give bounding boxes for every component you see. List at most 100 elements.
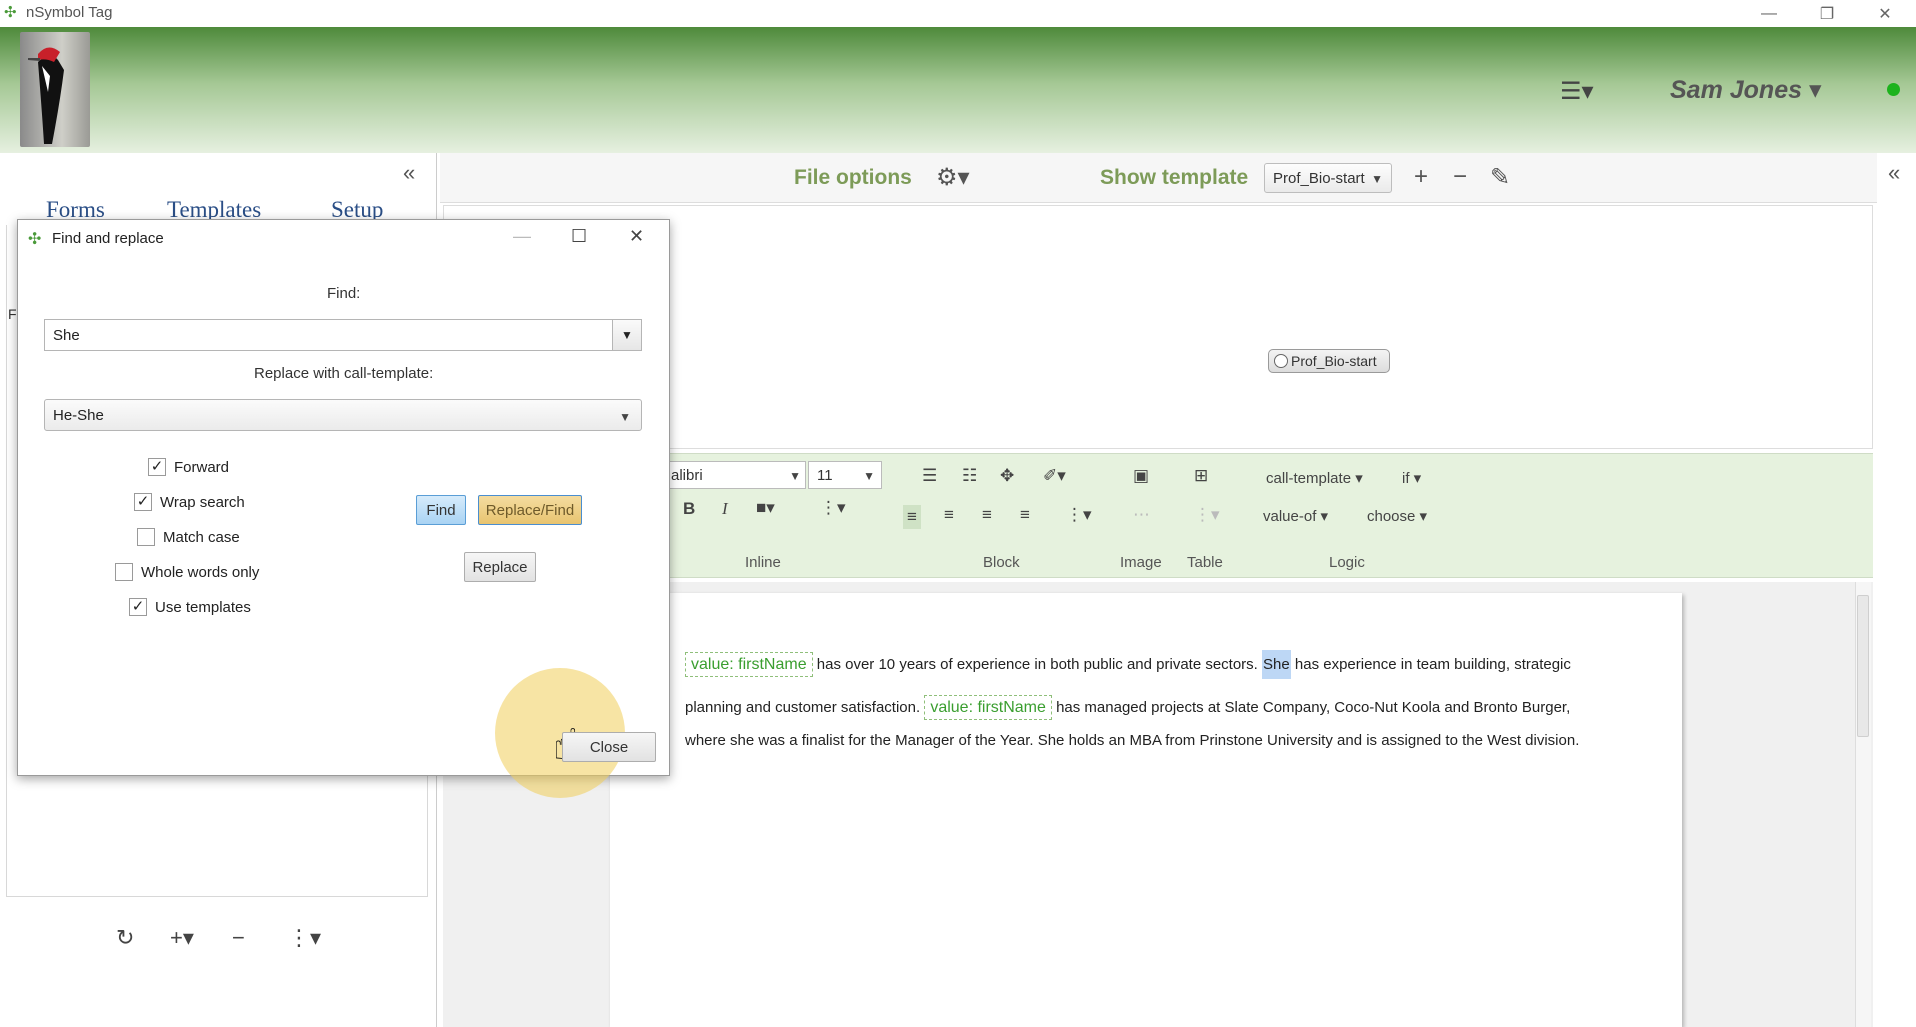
chevron-down-icon[interactable]: ▼ — [612, 320, 641, 350]
bullet-list-icon[interactable]: ☰ — [922, 466, 937, 486]
call-template-label: call-template — [1266, 470, 1352, 487]
window-titlebar: ✣ nSymbol Tag — ❐ ✕ — [0, 0, 1916, 27]
wrap-search-checkbox[interactable]: ✓ — [134, 493, 152, 511]
app-header: ☰▾ Sam Jones ▾ — [0, 27, 1916, 153]
move-icon[interactable]: ✥ — [1000, 466, 1014, 486]
whole-words-label: Whole words only — [141, 564, 260, 581]
font-family-field[interactable]: alibri ▼ — [666, 461, 806, 489]
inline-more-icon[interactable]: ⋮▾ — [820, 498, 846, 518]
app-logo-icon: ✣ — [28, 231, 42, 248]
numbered-list-icon[interactable]: ☷ — [962, 466, 977, 486]
chevron-down-icon: ▼ — [619, 410, 631, 424]
value-tag[interactable]: value: firstName — [685, 652, 813, 677]
section-label-block: Block — [983, 554, 1020, 571]
template-node-label: Prof_Bio-start — [1291, 353, 1377, 369]
table-icon[interactable]: ⊞ — [1194, 466, 1208, 486]
block-more-icon[interactable]: ⋮▾ — [1066, 505, 1092, 525]
dialog-close-icon[interactable]: ✕ — [629, 226, 644, 247]
table-more-icon: ⋮▾ — [1194, 505, 1220, 524]
refresh-icon[interactable]: ↻ — [116, 925, 134, 951]
replace-label: Replace with call-template: — [254, 365, 434, 382]
align-right-icon[interactable]: ≡ — [982, 505, 992, 525]
template-select[interactable]: Prof_Bio-start ▼ — [1264, 163, 1392, 193]
find-replace-dialog: ✣ Find and replace — ☐ ✕ Find: She ▼ Rep… — [17, 219, 670, 798]
woodpecker-logo — [20, 32, 90, 147]
dialog-titlebar: ✣ Find and replace — ☐ ✕ — [18, 220, 669, 258]
collapse-right-icon[interactable]: « — [1888, 160, 1900, 186]
add-dropdown-icon[interactable]: +▾ — [170, 925, 194, 951]
whole-words-checkbox[interactable] — [115, 563, 133, 581]
chevron-down-icon: ▼ — [789, 469, 801, 483]
forward-label: Forward — [174, 459, 230, 476]
section-label-inline: Inline — [745, 554, 781, 571]
font-size-value: 11 — [817, 467, 833, 484]
forward-checkbox[interactable]: ✓ — [148, 458, 166, 476]
image-icon[interactable]: ▣ — [1133, 466, 1149, 486]
user-menu[interactable]: Sam Jones ▾ — [1670, 75, 1822, 105]
editor-line-1[interactable]: value: firstName has over 10 years of ex… — [685, 650, 1571, 679]
value-of-label: value-of — [1263, 508, 1317, 525]
match-case-checkbox[interactable] — [137, 528, 155, 546]
italic-button[interactable]: I — [722, 499, 728, 519]
wrap-search-label: Wrap search — [160, 494, 245, 511]
choose-dropdown[interactable]: choose ▾ — [1367, 507, 1427, 525]
add-template-icon[interactable]: + — [1414, 163, 1428, 191]
chevron-down-icon: ▼ — [1371, 172, 1383, 186]
section-label-image: Image — [1120, 554, 1162, 571]
text-run: planning and customer satisfaction. — [685, 699, 925, 716]
hamburger-menu-icon[interactable]: ☰▾ — [1560, 77, 1594, 106]
search-highlight: She — [1262, 650, 1291, 679]
font-size-field[interactable]: 11 ▼ — [808, 461, 882, 489]
find-label: Find: — [327, 285, 361, 302]
call-template-dropdown[interactable]: call-template ▾ — [1266, 469, 1363, 487]
text-color-button[interactable]: ■▾ — [756, 498, 775, 518]
match-case-label: Match case — [163, 529, 240, 546]
close-window-icon[interactable]: ✕ — [1856, 0, 1914, 27]
find-input[interactable]: She ▼ — [44, 319, 642, 351]
fragment-label: F — [8, 306, 17, 322]
value-tag[interactable]: value: firstName — [924, 695, 1052, 720]
collapse-left-icon[interactable]: « — [403, 160, 415, 186]
if-dropdown[interactable]: if ▾ — [1402, 469, 1421, 487]
align-left-icon[interactable]: ≡ — [903, 505, 921, 529]
justify-icon[interactable]: ≡ — [1020, 505, 1030, 525]
highlighter-icon[interactable]: ✐▾ — [1043, 466, 1066, 486]
choose-label: choose — [1367, 508, 1416, 525]
minimize-icon[interactable]: — — [1740, 0, 1798, 27]
bold-button[interactable]: B — [683, 499, 695, 519]
section-label-table: Table — [1187, 554, 1223, 571]
replace-button[interactable]: Replace — [464, 552, 536, 582]
edit-pencil-icon[interactable]: ✎ — [1490, 163, 1510, 192]
close-button[interactable]: Close — [562, 732, 656, 762]
text-run: has experience in team building, strateg… — [1290, 656, 1571, 673]
radio-icon — [1274, 354, 1288, 368]
replace-find-button[interactable]: Replace/Find — [478, 495, 582, 525]
template-select-value: Prof_Bio-start — [1273, 170, 1365, 187]
dialog-minimize-icon[interactable]: — — [513, 226, 531, 247]
remove-icon[interactable]: − — [232, 925, 245, 951]
file-options-button[interactable]: File options — [794, 166, 912, 190]
editor-line-3[interactable]: where she was a finalist for the Manager… — [685, 732, 1579, 749]
restore-icon[interactable]: ❐ — [1798, 0, 1856, 27]
connection-status-indicator — [1887, 83, 1900, 96]
find-button[interactable]: Find — [416, 495, 466, 525]
more-options-icon[interactable]: ⋮▾ — [288, 925, 321, 951]
remove-template-icon[interactable]: − — [1453, 163, 1467, 191]
use-templates-label: Use templates — [155, 599, 251, 616]
align-center-icon[interactable]: ≡ — [944, 505, 954, 525]
image-more-icon: ⋯ — [1133, 505, 1150, 524]
find-input-value: She — [53, 327, 80, 344]
editor-line-2[interactable]: planning and customer satisfaction. valu… — [685, 695, 1570, 720]
use-templates-checkbox[interactable]: ✓ — [129, 598, 147, 616]
replace-template-select[interactable]: He-She ▼ — [44, 399, 642, 431]
app-logo-icon: ✣ — [4, 4, 17, 21]
dialog-maximize-icon[interactable]: ☐ — [571, 226, 587, 247]
show-template-label: Show template — [1100, 166, 1249, 189]
if-label: if — [1402, 470, 1410, 487]
gear-icon[interactable]: ⚙▾ — [936, 163, 970, 192]
scrollbar-thumb[interactable] — [1857, 595, 1869, 737]
template-node[interactable]: Prof_Bio-start — [1268, 349, 1390, 373]
window-title: nSymbol Tag — [26, 4, 113, 21]
value-of-dropdown[interactable]: value-of ▾ — [1263, 507, 1328, 525]
font-family-value: alibri — [671, 467, 703, 484]
